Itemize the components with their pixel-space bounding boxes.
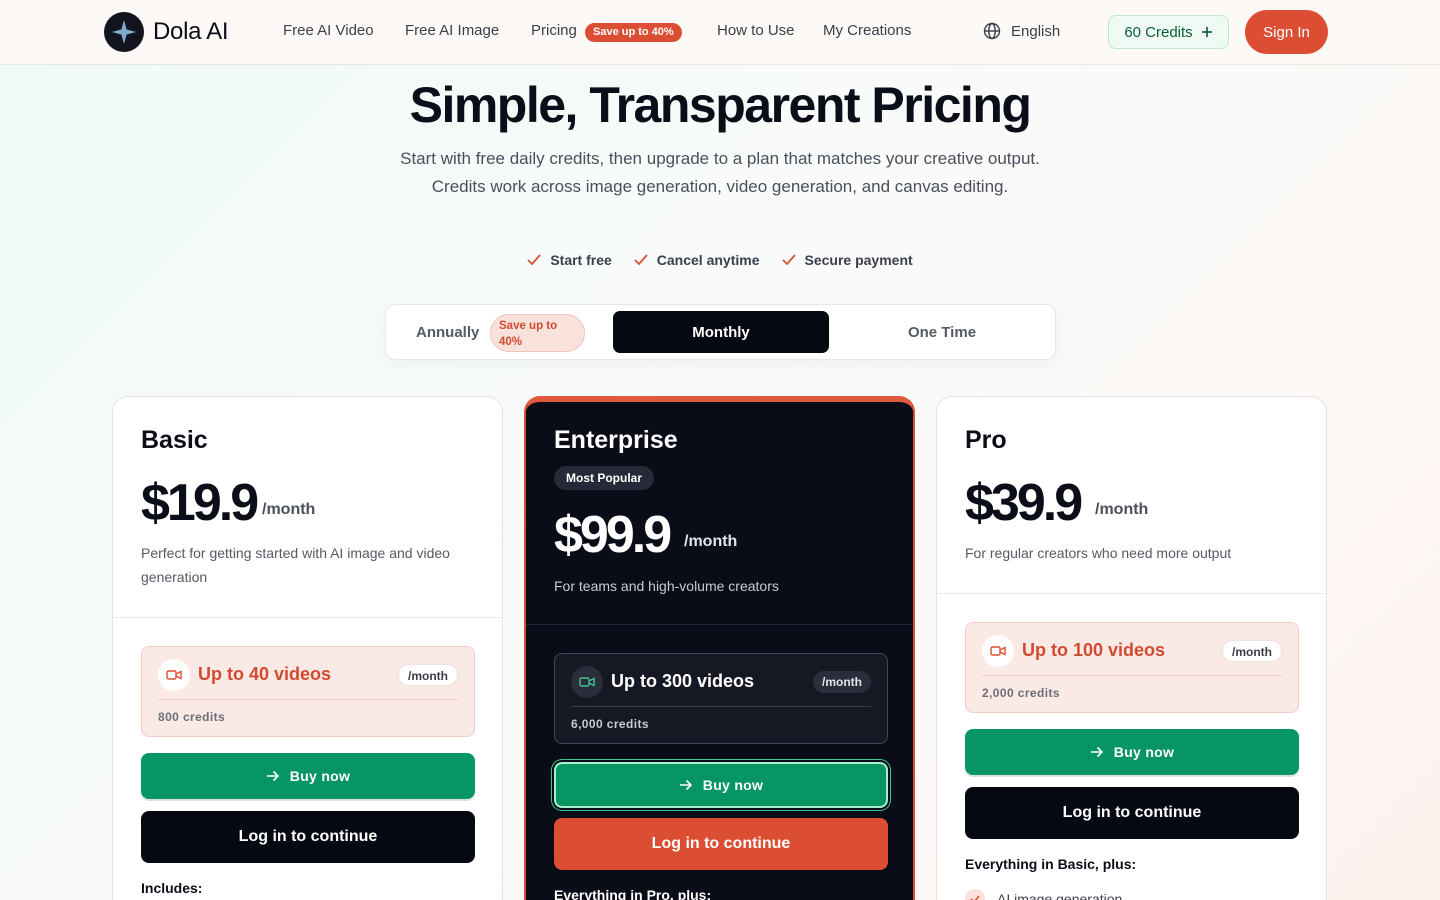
language-label: English	[1011, 22, 1061, 40]
quota-period-badge: /month	[1222, 640, 1282, 662]
quota-period-badge: /month	[813, 671, 871, 693]
plus-icon	[1201, 27, 1212, 37]
nav-free-ai-video[interactable]: Free AI Video	[283, 22, 374, 39]
buy-now-label: Buy now	[702, 777, 764, 793]
sign-in-button[interactable]: Sign In	[1245, 10, 1328, 54]
includes-heading: Includes:	[141, 880, 203, 896]
includes-heading: Everything in Pro, plus:	[554, 887, 712, 900]
quota-divider	[571, 706, 871, 707]
sparkle-star-icon	[104, 12, 144, 52]
plan-price: $19.9	[141, 474, 259, 532]
video-quota-title: Up to 100 videos	[1022, 640, 1166, 660]
toggle-monthly[interactable]: Monthly	[613, 311, 829, 353]
arrow-right-icon	[679, 779, 692, 791]
language-selector[interactable]: English	[983, 22, 1060, 40]
quota-divider	[158, 699, 458, 700]
plan-period: /month	[262, 501, 316, 518]
brand-logo[interactable]: Dola AI	[104, 12, 229, 52]
arrow-right-icon	[266, 770, 279, 782]
plan-description: Perfect for getting started with AI imag…	[141, 545, 450, 585]
plan-feature-item: AI image generation	[965, 889, 1122, 900]
brand-name: Dola AI	[153, 18, 229, 45]
feature-cancel-anytime: Cancel anytime	[634, 252, 760, 268]
card-divider	[937, 593, 1326, 594]
plan-card-enterprise: Enterprise Most Popular $99.9 /month For…	[524, 396, 915, 900]
credits-amount: 2,000 credits	[982, 686, 1060, 700]
credits-amount: 6,000 credits	[571, 717, 649, 731]
video-camera-icon	[571, 666, 603, 698]
log-in-to-continue-button[interactable]: Log in to continue	[554, 818, 888, 870]
feature-secure-payment: Secure payment	[781, 252, 913, 268]
pricing-save-badge: Save up to 40%	[585, 23, 682, 42]
feature-label: Start free	[550, 252, 612, 268]
check-icon	[634, 254, 648, 266]
top-navigation-bar: Dola AI Free AI Video Free AI Image Pric…	[0, 0, 1440, 65]
billing-period-toggle: Annually Save up to 40% Monthly One Time	[385, 304, 1056, 360]
buy-now-button[interactable]: Buy now	[965, 729, 1299, 775]
buy-now-button[interactable]: Buy now	[141, 753, 475, 799]
buy-now-button[interactable]: Buy now	[554, 762, 888, 808]
feature-label: Cancel anytime	[656, 252, 760, 268]
video-quota-title: Up to 300 videos	[611, 671, 755, 691]
nav-how-to-use[interactable]: How to Use	[717, 22, 795, 39]
video-quota-title: Up to 40 videos	[198, 664, 332, 684]
annual-save-badge: Save up to 40%	[490, 314, 585, 352]
feature-label: Secure payment	[804, 252, 913, 268]
video-quota-box: Up to 40 videos /month 800 credits	[141, 646, 475, 737]
globe-icon	[983, 22, 1001, 40]
feature-start-free: Start free	[527, 252, 612, 268]
plan-period: /month	[1095, 501, 1149, 518]
most-popular-badge: Most Popular	[554, 466, 655, 490]
video-quota-box: Up to 300 videos /month 6,000 credits	[554, 653, 888, 744]
log-in-to-continue-button[interactable]: Log in to continue	[965, 787, 1299, 839]
nav-pricing[interactable]: Pricing	[531, 22, 577, 39]
credits-button[interactable]: 60 Credits	[1108, 15, 1229, 49]
plan-description: For regular creators who need more outpu…	[965, 545, 1232, 561]
plan-description: For teams and high-volume creators	[554, 578, 779, 594]
plan-price: $39.9	[965, 474, 1083, 532]
plan-period: /month	[684, 533, 738, 550]
quota-period-badge: /month	[398, 664, 458, 686]
plan-card-basic: Basic $19.9 /month Perfect for getting s…	[112, 396, 503, 900]
check-icon	[965, 889, 985, 900]
check-icon	[781, 254, 796, 266]
video-camera-icon	[982, 635, 1014, 667]
plan-name: Pro	[965, 426, 1007, 454]
plan-name: Enterprise	[554, 426, 678, 454]
log-in-to-continue-button[interactable]: Log in to continue	[141, 811, 475, 863]
buy-now-label: Buy now	[1113, 744, 1175, 760]
plan-price: $99.9	[554, 506, 672, 564]
toggle-annually[interactable]: Annually	[416, 324, 479, 341]
toggle-one-time[interactable]: One Time	[829, 311, 1055, 353]
nav-free-ai-image[interactable]: Free AI Image	[405, 22, 499, 39]
card-divider	[113, 617, 502, 618]
card-divider	[526, 624, 913, 625]
credits-amount: 800 credits	[158, 710, 226, 724]
plan-feature-label: AI image generation	[997, 891, 1123, 900]
plan-card-pro: Pro $39.9 /month For regular creators wh…	[936, 396, 1327, 900]
nav-my-creations[interactable]: My Creations	[823, 22, 911, 39]
buy-now-label: Buy now	[289, 768, 351, 784]
video-quota-box: Up to 100 videos /month 2,000 credits	[965, 622, 1299, 713]
plan-name: Basic	[141, 426, 208, 454]
trust-features: Start free Cancel anytime Secure payment	[0, 252, 1440, 268]
arrow-right-icon	[1090, 746, 1103, 758]
page-subtitle: Start with free daily credits, then upgr…	[400, 149, 1040, 196]
credits-label: 60 Credits	[1124, 23, 1193, 41]
quota-divider	[982, 675, 1282, 676]
page-title: Simple, Transparent Pricing	[409, 77, 1032, 133]
check-icon	[527, 254, 541, 266]
video-camera-icon	[158, 659, 190, 691]
includes-heading: Everything in Basic, plus:	[965, 856, 1137, 872]
